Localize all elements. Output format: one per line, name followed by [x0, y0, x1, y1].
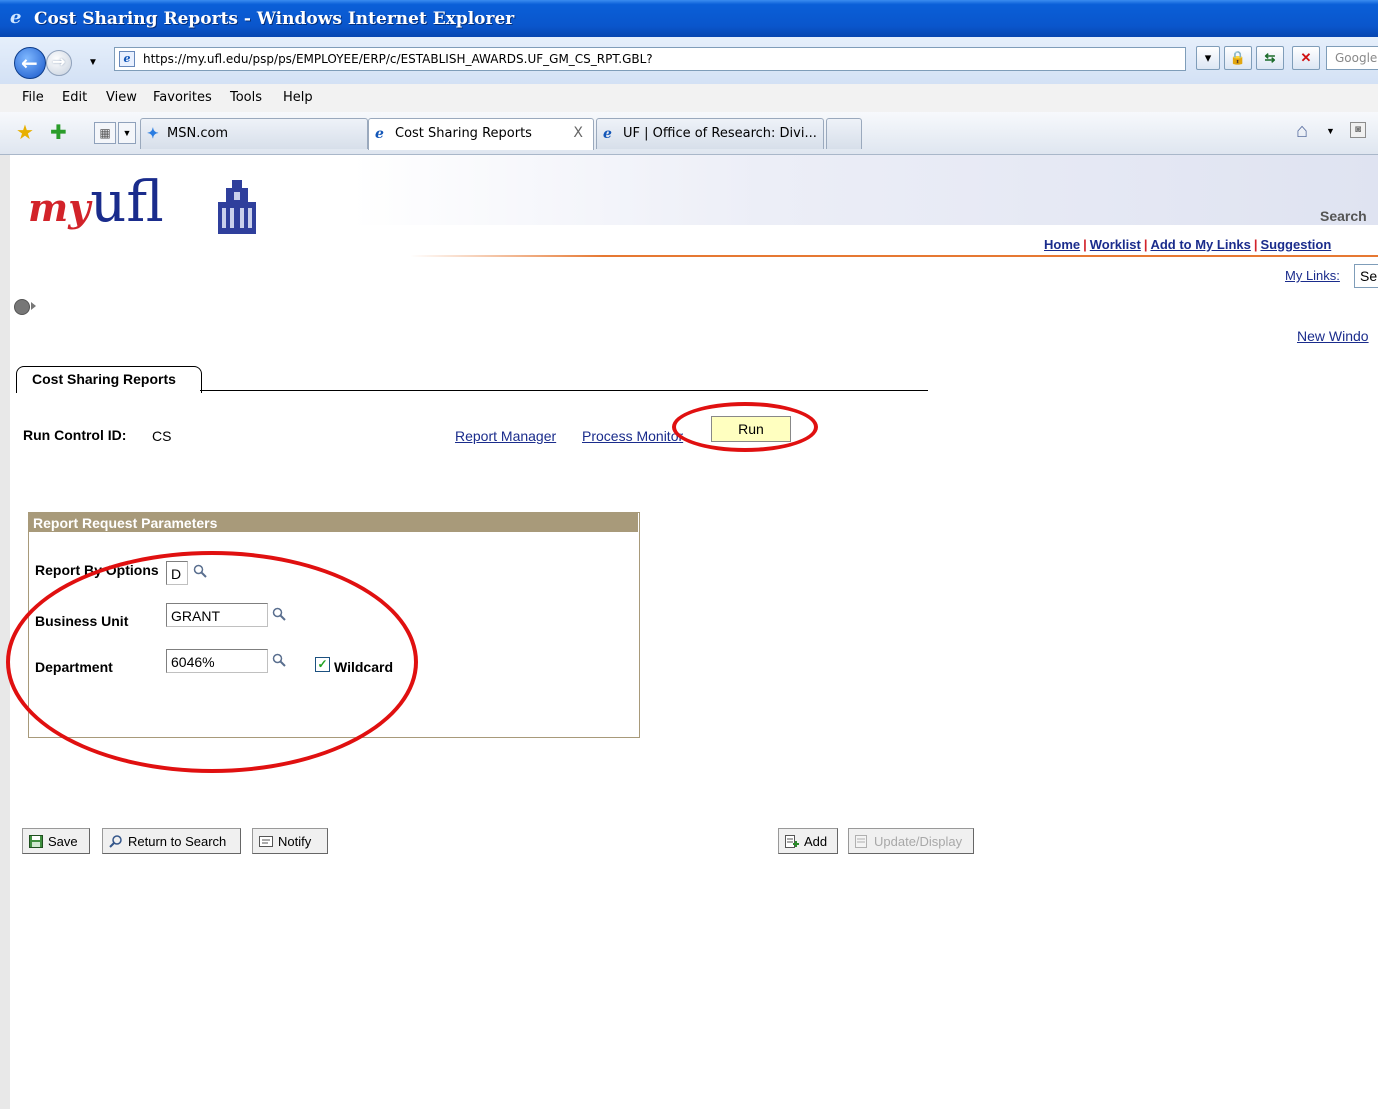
menu-edit[interactable]: Edit — [62, 90, 87, 105]
page-icon: e — [119, 51, 135, 67]
menu-help[interactable]: Help — [283, 90, 313, 105]
my-links-select[interactable]: Se — [1354, 264, 1378, 288]
save-icon — [29, 835, 43, 848]
save-label: Save — [48, 834, 78, 849]
page-tab-label: Cost Sharing Reports — [32, 371, 176, 387]
logo-my: my — [28, 185, 91, 230]
add-button[interactable]: Add — [778, 828, 838, 854]
ie-icon: e — [603, 126, 612, 142]
save-button[interactable]: Save — [22, 828, 90, 854]
window-titlebar: e Cost Sharing Reports - Windows Interne… — [0, 0, 1378, 37]
home-dropdown-icon[interactable]: ▼ — [1326, 126, 1335, 136]
feeds-icon[interactable]: ◙ — [1350, 122, 1366, 138]
menu-pagelet-icon[interactable] — [14, 299, 30, 315]
portal-search-label[interactable]: Search — [1320, 208, 1367, 224]
banner-divider — [410, 255, 1378, 257]
tab-label: UF | Office of Research: Divi... — [623, 126, 817, 141]
tab-uf-office-of-research[interactable]: e UF | Office of Research: Divi... — [596, 118, 824, 149]
recent-pages-dropdown-icon[interactable]: ▼ — [88, 57, 98, 68]
lock-icon[interactable]: 🔒 — [1224, 46, 1252, 70]
add-label: Add — [804, 834, 828, 849]
forward-arrow-icon: → — [52, 52, 66, 71]
tab-msn[interactable]: ✦ MSN.com — [140, 118, 368, 149]
address-input[interactable]: e https://my.ufl.edu/psp/ps/EMPLOYEE/ERP… — [114, 47, 1186, 71]
tab-list-dropdown-icon[interactable]: ▼ — [118, 122, 136, 144]
link-worklist[interactable]: Worklist — [1090, 237, 1141, 252]
menu-file[interactable]: File — [22, 90, 44, 105]
refresh-button[interactable]: ⇆ — [1256, 46, 1284, 70]
add-favorite-icon[interactable]: ✚ — [50, 120, 67, 145]
window-title: Cost Sharing Reports - Windows Internet … — [34, 9, 515, 29]
notify-button[interactable]: Notify — [252, 828, 328, 854]
process-monitor-link[interactable]: Process Monitor — [582, 428, 683, 444]
tabs-bar: ★ ✚ ▦ ▼ ✦ MSN.com e Cost Sharing Reports… — [0, 112, 1378, 155]
ie-icon: e — [375, 126, 384, 142]
logo-ufl: ufl — [90, 170, 164, 235]
home-icon[interactable]: ⌂ — [1296, 120, 1308, 143]
menu-view[interactable]: View — [106, 90, 137, 105]
tab-label: MSN.com — [167, 126, 229, 141]
run-highlight-annotation — [672, 402, 818, 452]
notify-icon — [259, 836, 273, 847]
back-button[interactable]: ← — [14, 47, 46, 79]
expand-arrow-icon[interactable] — [31, 302, 36, 310]
return-to-search-button[interactable]: Return to Search — [102, 828, 241, 854]
update-display-icon — [855, 835, 867, 848]
tab-label: Cost Sharing Reports — [395, 126, 532, 141]
building-logo-icon — [218, 180, 256, 234]
my-links-label[interactable]: My Links: — [1285, 268, 1340, 283]
address-toolbar: ← → ▼ e https://my.ufl.edu/psp/ps/EMPLOY… — [0, 37, 1378, 85]
update-display-button: Update/Display — [848, 828, 974, 854]
quick-tabs-icon[interactable]: ▦ — [94, 122, 116, 144]
run-control-label: Run Control ID: — [23, 427, 127, 443]
run-control-value: CS — [152, 428, 172, 444]
menu-bar: File Edit View Favorites Tools Help — [0, 84, 1378, 113]
back-arrow-icon: ← — [21, 51, 38, 75]
menu-favorites[interactable]: Favorites — [153, 90, 212, 105]
new-window-link[interactable]: New Windo — [1297, 328, 1369, 344]
address-url: https://my.ufl.edu/psp/ps/EMPLOYEE/ERP/c… — [143, 52, 653, 66]
portal-top-links: Home | Worklist | Add to My Links | Suggestion — [1044, 237, 1332, 252]
search-input[interactable]: Google — [1326, 46, 1378, 70]
notify-label: Notify — [278, 834, 312, 849]
return-search-icon — [109, 835, 122, 848]
parameters-highlight-annotation — [6, 551, 418, 773]
link-suggestion[interactable]: Suggestion — [1261, 237, 1332, 252]
myufl-logo[interactable]: myufl — [28, 170, 164, 235]
msn-butterfly-icon: ✦ — [147, 126, 159, 142]
tab-cost-sharing-reports[interactable]: e Cost Sharing Reports X — [368, 118, 594, 150]
ie-logo-icon: e — [10, 7, 22, 28]
add-icon — [785, 835, 799, 848]
link-home[interactable]: Home — [1044, 237, 1080, 252]
report-parameters-title: Report Request Parameters — [33, 515, 218, 531]
new-tab-button[interactable] — [826, 118, 862, 149]
tab-baseline — [200, 390, 928, 391]
forward-button[interactable]: → — [46, 50, 72, 76]
return-to-search-label: Return to Search — [128, 834, 227, 849]
update-display-label: Update/Display — [874, 834, 963, 849]
menu-tools[interactable]: Tools — [230, 90, 262, 105]
report-manager-link[interactable]: Report Manager — [455, 428, 556, 444]
favorites-star-icon[interactable]: ★ — [16, 120, 34, 145]
address-dropdown-button[interactable]: ▾ — [1196, 46, 1220, 70]
link-add-to-my-links[interactable]: Add to My Links — [1150, 237, 1250, 252]
stop-button[interactable]: ✕ — [1292, 46, 1320, 70]
close-tab-icon[interactable]: X — [573, 125, 583, 141]
